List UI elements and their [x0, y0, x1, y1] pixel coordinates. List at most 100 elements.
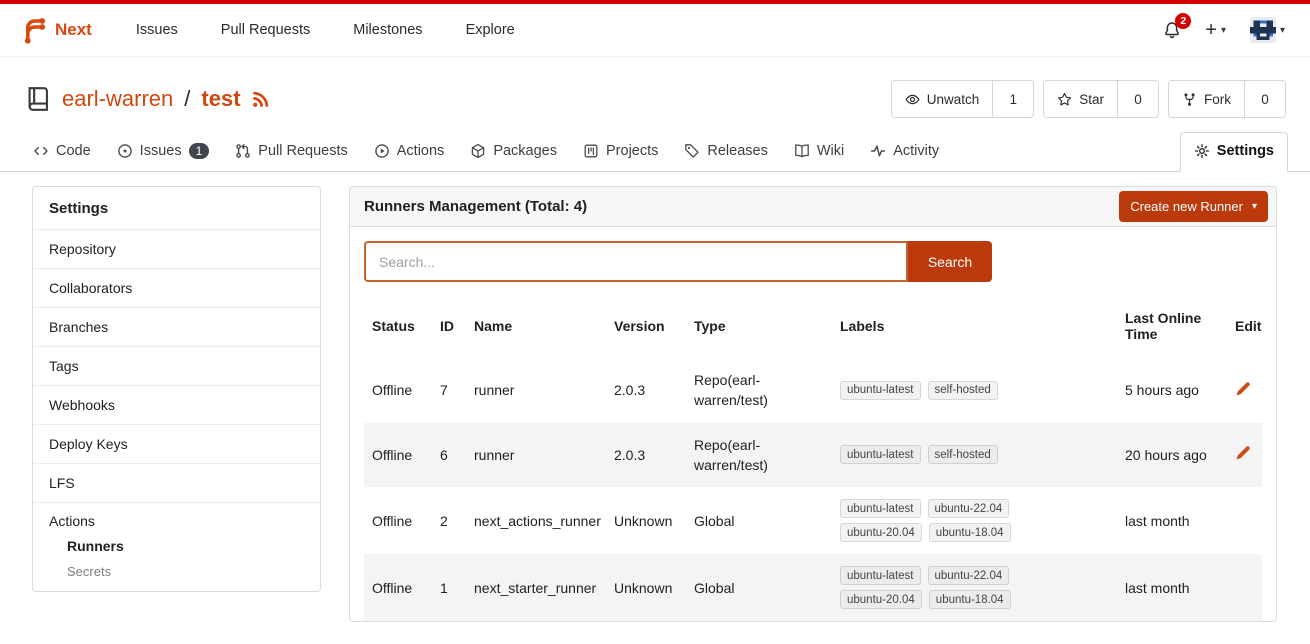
runner-labels: ubuntu-latest ubuntu-22.04 ubuntu-20.04 …: [840, 499, 1056, 542]
runner-name: next_actions_runner: [466, 487, 606, 554]
navbar-item-explore[interactable]: Explore: [466, 22, 515, 38]
code-icon: [33, 143, 49, 159]
chevron-down-icon: ▾: [1280, 25, 1285, 36]
edit-runner-button[interactable]: [1235, 445, 1251, 461]
col-last-online: Last Online Time: [1117, 294, 1227, 358]
create-new-runner-label: Create new Runner: [1130, 199, 1243, 214]
create-new-runner-button[interactable]: Create new Runner ▾: [1119, 191, 1268, 222]
col-id: ID: [432, 294, 466, 358]
sidebar-item-repository[interactable]: Repository: [33, 229, 320, 268]
notification-count-badge: 2: [1175, 13, 1191, 29]
tab-label: Releases: [707, 143, 767, 159]
tab-code[interactable]: Code: [20, 133, 104, 171]
runner-type: Repo(earl-warren/test): [694, 370, 796, 411]
tag-icon: [684, 143, 700, 159]
pencil-icon: [1235, 381, 1251, 397]
fork-label: Fork: [1204, 92, 1231, 107]
col-edit: Edit: [1227, 294, 1262, 358]
edit-runner-button[interactable]: [1235, 381, 1251, 397]
tab-label: Packages: [493, 143, 557, 159]
rss-feed-icon[interactable]: [251, 90, 270, 109]
tab-activity[interactable]: Activity: [857, 133, 952, 171]
tab-issues[interactable]: Issues 1: [104, 133, 223, 171]
unwatch-button[interactable]: Unwatch: [892, 81, 993, 117]
avatar: [1250, 17, 1276, 43]
navbar-item-pull-requests[interactable]: Pull Requests: [221, 22, 310, 38]
runner-status: Offline: [364, 487, 432, 554]
runners-table: Status ID Name Version Type Labels Last …: [364, 294, 1262, 621]
label-chip: ubuntu-latest: [840, 445, 921, 464]
table-header-row: Status ID Name Version Type Labels Last …: [364, 294, 1262, 358]
runner-version: Unknown: [606, 487, 686, 554]
sidebar-item-collaborators[interactable]: Collaborators: [33, 268, 320, 307]
tab-actions[interactable]: Actions: [361, 133, 458, 171]
sidebar-item-branches[interactable]: Branches: [33, 307, 320, 346]
tab-label: Code: [56, 143, 91, 159]
runner-labels: ubuntu-latest self-hosted: [840, 445, 1056, 464]
chevron-down-icon: ▾: [1252, 201, 1257, 212]
tab-label: Wiki: [817, 143, 844, 159]
repo-actions: Unwatch 1 Star 0: [891, 80, 1286, 118]
runners-panel-body: Search Status ID Name Version Type Label…: [349, 227, 1277, 622]
search-input[interactable]: [364, 241, 908, 282]
tab-wiki[interactable]: Wiki: [781, 133, 857, 171]
runner-labels: ubuntu-latest ubuntu-22.04 ubuntu-20.04 …: [840, 566, 1056, 609]
label-chip: ubuntu-20.04: [840, 590, 922, 609]
runner-last-online: 5 hours ago: [1117, 358, 1227, 423]
create-new-menu-button[interactable]: + ▾: [1205, 20, 1226, 40]
col-name: Name: [466, 294, 606, 358]
star-count[interactable]: 0: [1117, 81, 1158, 117]
repo-owner-link[interactable]: earl-warren: [62, 86, 173, 112]
navbar-item-issues[interactable]: Issues: [136, 22, 178, 38]
plus-icon: +: [1205, 20, 1217, 40]
runner-version: 2.0.3: [606, 358, 686, 423]
tab-packages[interactable]: Packages: [457, 133, 570, 171]
sidebar-title: Settings: [33, 187, 320, 229]
sidebar-group-actions: Actions Runners Secrets: [33, 502, 320, 591]
user-menu-button[interactable]: ▾: [1250, 17, 1285, 43]
sidebar-item-webhooks[interactable]: Webhooks: [33, 385, 320, 424]
star-icon: [1057, 92, 1072, 107]
search-button[interactable]: Search: [908, 241, 992, 282]
runner-version: 2.0.3: [606, 423, 686, 488]
unwatch-label: Unwatch: [927, 92, 980, 107]
star-button-group: Star 0: [1043, 80, 1159, 118]
runner-status: Offline: [364, 423, 432, 488]
repo-tabbar: Code Issues 1 Pull Requests Actions: [0, 124, 1310, 172]
gear-icon: [1194, 143, 1210, 159]
label-chip: ubuntu-20.04: [840, 523, 922, 542]
star-button[interactable]: Star: [1044, 81, 1117, 117]
tab-label: Settings: [1217, 143, 1274, 159]
notifications-button[interactable]: 2: [1163, 21, 1181, 39]
tab-settings[interactable]: Settings: [1180, 132, 1288, 172]
runners-panel-header: Runners Management (Total: 4) Create new…: [349, 186, 1277, 227]
sidebar-item-secrets[interactable]: Secrets: [49, 556, 304, 581]
runner-id: 7: [432, 358, 466, 423]
watch-count[interactable]: 1: [992, 81, 1033, 117]
runner-search: Search: [364, 241, 992, 282]
fork-icon: [1182, 92, 1197, 107]
pencil-icon: [1235, 445, 1251, 461]
sidebar-item-runners[interactable]: Runners: [49, 529, 304, 556]
label-chip: ubuntu-18.04: [929, 523, 1011, 542]
sidebar-item-tags[interactable]: Tags: [33, 346, 320, 385]
repo-name-link[interactable]: test: [201, 86, 240, 112]
sidebar-item-deploy-keys[interactable]: Deploy Keys: [33, 424, 320, 463]
home-link[interactable]: Next: [18, 15, 92, 45]
runner-name: runner: [466, 423, 606, 488]
book-icon: [794, 143, 810, 159]
tab-releases[interactable]: Releases: [671, 133, 780, 171]
runner-type: Repo(earl-warren/test): [694, 435, 796, 476]
fork-button[interactable]: Fork: [1169, 81, 1244, 117]
runner-status: Offline: [364, 554, 432, 621]
sidebar-item-actions[interactable]: Actions: [49, 513, 304, 529]
label-chip: ubuntu-latest: [840, 381, 921, 400]
sidebar-item-lfs[interactable]: LFS: [33, 463, 320, 502]
tab-pull-requests[interactable]: Pull Requests: [222, 133, 360, 171]
label-chip: self-hosted: [928, 445, 998, 464]
runner-type: Global: [694, 511, 734, 531]
fork-count[interactable]: 0: [1244, 81, 1285, 117]
navbar-item-milestones[interactable]: Milestones: [353, 22, 422, 38]
tab-projects[interactable]: Projects: [570, 133, 671, 171]
play-circle-icon: [374, 143, 390, 159]
